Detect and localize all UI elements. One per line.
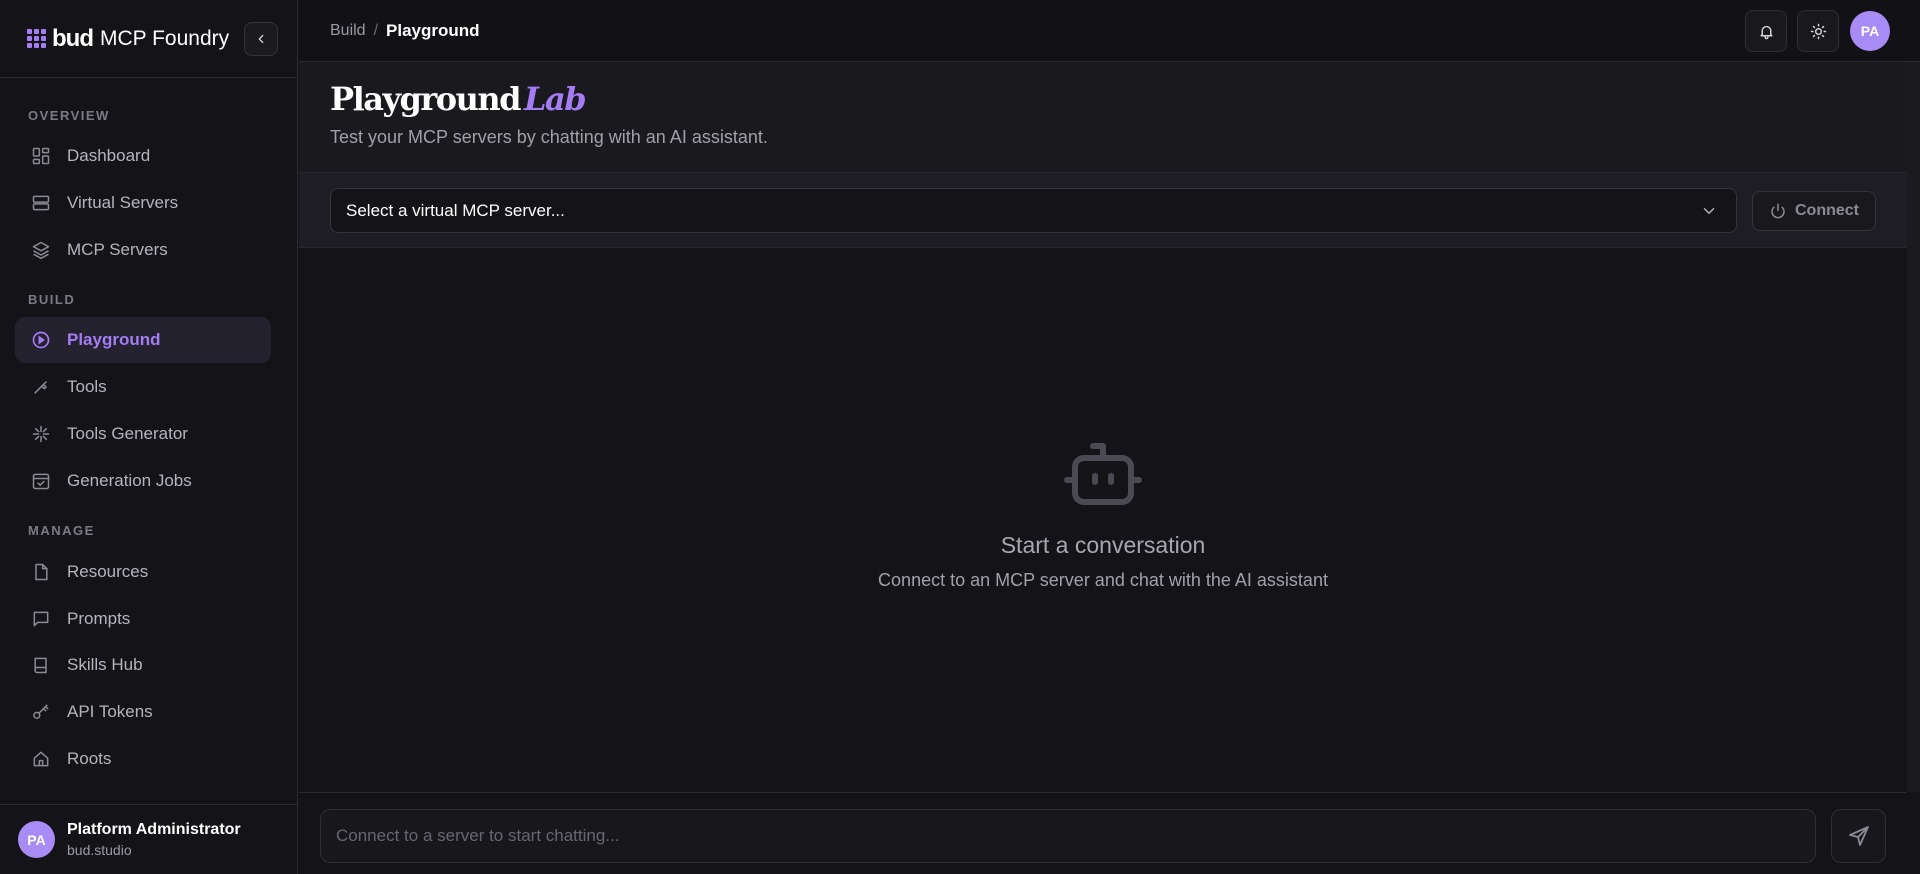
sidebar-item-skills-hub[interactable]: Skills Hub [15, 642, 271, 688]
breadcrumb: Build / Playground [330, 21, 480, 41]
sidebar-item-label: Roots [67, 749, 112, 768]
sidebar-item-generation-jobs[interactable]: Generation Jobs [15, 458, 271, 504]
chat-input[interactable] [320, 809, 1816, 863]
sparkle-icon [30, 423, 52, 445]
sidebar-item-label: API Tokens [67, 702, 153, 721]
sidebar-item-dashboard[interactable]: Dashboard [15, 133, 271, 179]
brand-logo-text: bud [52, 24, 94, 52]
page-title: Playground Lab [330, 80, 587, 118]
nav-section-manage: MANAGE [28, 523, 95, 538]
server-icon [30, 192, 52, 214]
home-icon [30, 748, 52, 770]
avatar: PA [18, 821, 55, 858]
connect-button[interactable]: Connect [1752, 191, 1876, 231]
key-icon [30, 701, 52, 723]
sidebar-item-roots[interactable]: Roots [15, 736, 271, 782]
virtual-server-select[interactable]: Select a virtual MCP server... [330, 188, 1737, 233]
page-title-main: Playground [330, 80, 522, 118]
user-org: bud.studio [67, 842, 132, 858]
bud-logo-icon [27, 29, 46, 48]
layers-icon [30, 239, 52, 261]
sidebar-item-mcp-servers[interactable]: MCP Servers [15, 227, 271, 273]
page-title-accent: Lab [524, 80, 587, 118]
send-icon [1848, 826, 1869, 846]
sidebar-item-tools[interactable]: Tools [15, 364, 271, 410]
sidebar-item-label: Virtual Servers [67, 193, 179, 212]
play-circle-icon [30, 329, 52, 351]
notifications-button[interactable] [1745, 10, 1787, 52]
chat-composer [299, 792, 1907, 874]
breadcrumb-build[interactable]: Build [330, 22, 366, 40]
nav-section-build: BUILD [28, 292, 76, 307]
send-button[interactable] [1831, 809, 1886, 863]
sidebar-item-playground[interactable]: Playground [15, 317, 271, 363]
sidebar-item-label: Tools Generator [67, 424, 188, 443]
collapse-sidebar-button[interactable] [244, 22, 278, 56]
bot-icon [299, 440, 1907, 512]
breadcrumb-separator: / [373, 22, 379, 39]
file-icon [30, 561, 52, 583]
brand-name: MCP Foundry [99, 26, 230, 50]
page-subtitle: Test your MCP servers by chatting with a… [330, 127, 768, 147]
sidebar-item-label: Generation Jobs [67, 471, 192, 490]
sidebar-item-label: Prompts [67, 609, 131, 628]
empty-state: Start a conversation Connect to an MCP s… [299, 440, 1907, 591]
sidebar-item-label: Tools [67, 377, 107, 396]
power-icon [1769, 202, 1787, 220]
chevron-down-icon [1703, 208, 1715, 215]
nav-section-overview: OVERVIEW [28, 108, 110, 123]
sidebar-item-tools-generator[interactable]: Tools Generator [15, 411, 271, 457]
user-name: Platform Administrator [67, 821, 241, 838]
sidebar-item-virtual-servers[interactable]: Virtual Servers [15, 180, 271, 226]
dashboard-icon [30, 145, 52, 167]
bell-icon [1759, 25, 1773, 39]
user-profile[interactable]: PA Platform Administrator bud.studio [0, 804, 297, 874]
book-icon [30, 654, 52, 676]
chevron-left-icon [258, 34, 264, 44]
sidebar-item-prompts[interactable]: Prompts [15, 596, 271, 642]
wrench-icon [30, 376, 52, 398]
sidebar-item-label: MCP Servers [67, 240, 168, 259]
empty-state-subtitle: Connect to an MCP server and chat with t… [878, 570, 1328, 590]
message-square-icon [30, 608, 52, 630]
scrollbar[interactable] [1907, 62, 1920, 792]
brand: bud MCP Foundry [0, 0, 297, 78]
page-header: Playground Lab Test your MCP servers by c… [299, 62, 1907, 172]
server-select-bar: Select a virtual MCP server... Connect [299, 172, 1907, 248]
sidebar-item-label: Resources [67, 562, 149, 581]
empty-state-title: Start a conversation [1000, 532, 1206, 558]
top-bar: Build / Playground PA [299, 0, 1920, 62]
sidebar: bud MCP Foundry OVERVIEW Dashboard Virtu… [0, 0, 298, 874]
select-placeholder: Select a virtual MCP server... [346, 200, 565, 220]
connect-label: Connect [1795, 202, 1859, 219]
sidebar-item-label: Skills Hub [67, 655, 143, 674]
sidebar-item-resources[interactable]: Resources [15, 549, 271, 595]
sidebar-item-label: Dashboard [67, 146, 151, 165]
breadcrumb-current: Playground [386, 21, 480, 40]
theme-toggle-button[interactable] [1797, 10, 1839, 52]
sidebar-item-label: Playground [67, 330, 161, 349]
sidebar-item-api-tokens[interactable]: API Tokens [15, 689, 271, 735]
calendar-check-icon [30, 470, 52, 492]
header-avatar[interactable]: PA [1850, 11, 1890, 51]
sun-icon [1810, 23, 1826, 39]
